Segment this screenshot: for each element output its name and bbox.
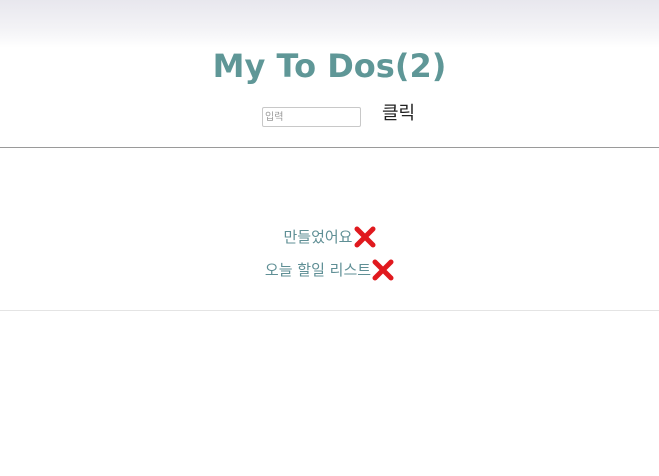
todo-input[interactable] (262, 107, 361, 127)
todo-item: 만들었어요 (0, 220, 659, 253)
add-todo-form: 클릭 (0, 100, 659, 130)
todo-list: 만들었어요 오늘 할일 리스트 (0, 220, 659, 286)
delete-x-icon[interactable] (372, 259, 394, 281)
todo-text: 오늘 할일 리스트 (264, 261, 372, 279)
todo-app: My To Dos(2) 클릭 만들었어요 오늘 할일 리스트 (0, 0, 659, 476)
header-gradient (0, 0, 659, 48)
todo-text: 만들었어요 (283, 228, 353, 246)
delete-x-icon[interactable] (354, 226, 376, 248)
add-button[interactable]: 클릭 (376, 100, 421, 128)
todo-item: 오늘 할일 리스트 (0, 253, 659, 286)
divider (0, 147, 659, 148)
page-title: My To Dos(2) (212, 47, 447, 85)
divider (0, 310, 659, 311)
